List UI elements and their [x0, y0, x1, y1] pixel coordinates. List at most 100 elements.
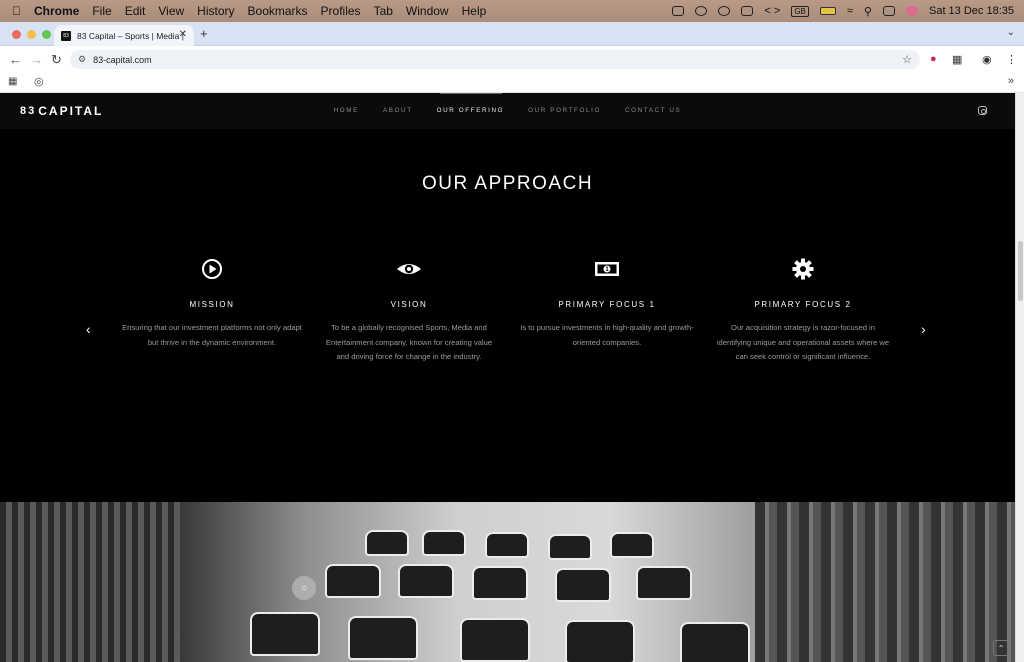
bookmark-star-icon[interactable]: ☆: [902, 53, 912, 66]
person-icon[interactable]: [741, 6, 754, 16]
photo-car: [398, 564, 454, 598]
menu-edit[interactable]: Edit: [125, 4, 146, 18]
extension-icon[interactable]: ●: [930, 53, 937, 65]
app-menu[interactable]: Chrome: [34, 4, 79, 18]
keyboard-layout[interactable]: GB: [791, 5, 809, 17]
photo-car: [472, 566, 528, 600]
clock[interactable]: Sat 13 Dec 18:35: [929, 5, 1014, 17]
back-icon[interactable]: ←: [9, 52, 22, 67]
address-bar[interactable]: ⚙ 83-capital.com ☆: [70, 50, 920, 69]
site-header: 83 CAPITAL HOME ABOUT OUR OFFERING OUR P…: [0, 93, 1015, 129]
photo-car: [548, 534, 592, 560]
active-nav-indicator: [440, 93, 502, 94]
banknote-icon: 1: [517, 258, 697, 280]
site-favicon: 83: [61, 30, 71, 41]
wifi-icon[interactable]: ≈: [847, 5, 853, 17]
control-center-icon[interactable]: [882, 6, 895, 16]
tab-search-icon[interactable]: ⌄: [1007, 27, 1015, 38]
more-bookmarks-icon[interactable]: »: [1008, 75, 1014, 87]
menu-view[interactable]: View: [158, 4, 184, 18]
apple-icon[interactable]: : [12, 4, 21, 18]
mac-menubar:  Chrome File Edit View History Bookmark…: [0, 0, 1024, 22]
forward-icon[interactable]: →: [30, 52, 43, 67]
battery-icon[interactable]: [819, 7, 836, 15]
page-scrollbar[interactable]: [1015, 93, 1024, 662]
eye-icon: [319, 258, 499, 280]
screen-icon[interactable]: [672, 6, 685, 16]
card-mission: MISSION Ensuring that our investment pla…: [122, 258, 302, 350]
tab-title: 83 Capital – Sports | Media |: [77, 30, 184, 41]
nav-home[interactable]: HOME: [334, 107, 359, 114]
photo-car: [565, 620, 635, 662]
window-controls: [12, 30, 51, 39]
creative-cloud-icon[interactable]: [718, 6, 731, 16]
sync-icon[interactable]: [695, 6, 708, 16]
card-primary-focus-1: 1 PRIMARY FOCUS 1 Is to pursue investmen…: [517, 258, 697, 350]
card-title: VISION: [390, 300, 428, 309]
photo-car: [422, 530, 466, 556]
instagram-icon[interactable]: [978, 106, 987, 115]
globe-icon[interactable]: ◎: [34, 75, 44, 88]
spotlight-icon[interactable]: ⚲: [864, 5, 872, 18]
photo-car: [460, 618, 530, 662]
menu-profiles[interactable]: Profiles: [321, 4, 361, 18]
browser-tab[interactable]: 83 83 Capital – Sports | Media | ✕: [54, 25, 194, 46]
lightbulb-icon[interactable]: ○: [292, 576, 316, 600]
code-icon[interactable]: < >: [764, 5, 780, 17]
photo-car: [555, 568, 611, 602]
main-nav: HOME ABOUT OUR OFFERING OUR PORTFOLIO CO…: [0, 107, 1015, 114]
zoom-window-button[interactable]: [42, 30, 51, 39]
close-tab-icon[interactable]: ✕: [179, 29, 187, 40]
photo-car: [348, 616, 418, 660]
hero-photo: ○ ⌃: [0, 502, 1015, 662]
website: 83 CAPITAL HOME ABOUT OUR OFFERING OUR P…: [0, 93, 1015, 662]
toolbar: ← → ↻ ⚙ 83-capital.com ☆ ● ▦ ◉ ⋮: [0, 46, 1024, 73]
card-description: Is to pursue investments in high-quality…: [520, 323, 694, 347]
close-window-button[interactable]: [12, 30, 21, 39]
bookmarks-bar: ▦ ◎ »: [0, 73, 1024, 93]
photo-car: [485, 532, 529, 558]
profile-avatar[interactable]: ◉: [982, 53, 992, 66]
menu-window[interactable]: Window: [406, 4, 449, 18]
menu-history[interactable]: History: [197, 4, 234, 18]
reload-icon[interactable]: ↻: [51, 52, 62, 68]
photo-car: [636, 566, 692, 600]
nav-about[interactable]: ABOUT: [383, 107, 413, 114]
photo-car: [610, 532, 654, 558]
url-text: 83-capital.com: [93, 54, 152, 65]
nav-our-portfolio[interactable]: OUR PORTFOLIO: [528, 107, 601, 114]
more-menu-icon[interactable]: ⋮: [1006, 53, 1017, 66]
section-title: OUR APPROACH: [421, 173, 594, 194]
card-description: To be a globally recognised Sports, Medi…: [325, 323, 493, 361]
status-area: < > GB ≈ ⚲ Sat 13 Dec 18:35: [672, 0, 1024, 22]
nav-our-offering[interactable]: OUR OFFERING: [437, 107, 504, 114]
apps-grid-icon[interactable]: ▦: [8, 76, 17, 87]
site-info-icon[interactable]: ⚙: [78, 54, 86, 65]
card-title: PRIMARY FOCUS 1: [558, 300, 656, 309]
minimize-window-button[interactable]: [27, 30, 36, 39]
back-to-top-icon[interactable]: ⌃: [993, 640, 1009, 656]
card-description: Ensuring that our investment platforms n…: [122, 323, 302, 347]
nav-contact-us[interactable]: CONTACT US: [625, 107, 681, 114]
card-description: Our acquisition strategy is razor-focuse…: [716, 323, 890, 361]
puzzle-icon[interactable]: ▦: [952, 53, 962, 66]
menu-tab[interactable]: Tab: [374, 4, 393, 18]
card-vision: VISION To be a globally recognised Sport…: [319, 258, 499, 365]
photo-car: [325, 564, 381, 598]
carousel-prev-icon[interactable]: ‹: [86, 321, 91, 337]
card-primary-focus-2: PRIMARY FOCUS 2 Our acquisition strategy…: [713, 258, 893, 365]
menu-bookmarks[interactable]: Bookmarks: [248, 4, 308, 18]
photo-right-fence: [755, 502, 1015, 662]
play-circle-icon: [122, 258, 302, 280]
tab-strip: 83 83 Capital – Sports | Media | ✕ + ⌄: [0, 22, 1024, 46]
menu-help[interactable]: Help: [462, 4, 487, 18]
photo-car: [680, 622, 750, 662]
card-title: PRIMARY FOCUS 2: [754, 300, 852, 309]
carousel-next-icon[interactable]: ›: [921, 321, 926, 337]
new-tab-button[interactable]: +: [200, 26, 208, 41]
photo-car: [250, 612, 320, 656]
menu-file[interactable]: File: [92, 4, 111, 18]
siri-icon[interactable]: [905, 6, 918, 16]
card-title: MISSION: [189, 300, 235, 309]
scrollbar-thumb[interactable]: [1018, 241, 1023, 301]
